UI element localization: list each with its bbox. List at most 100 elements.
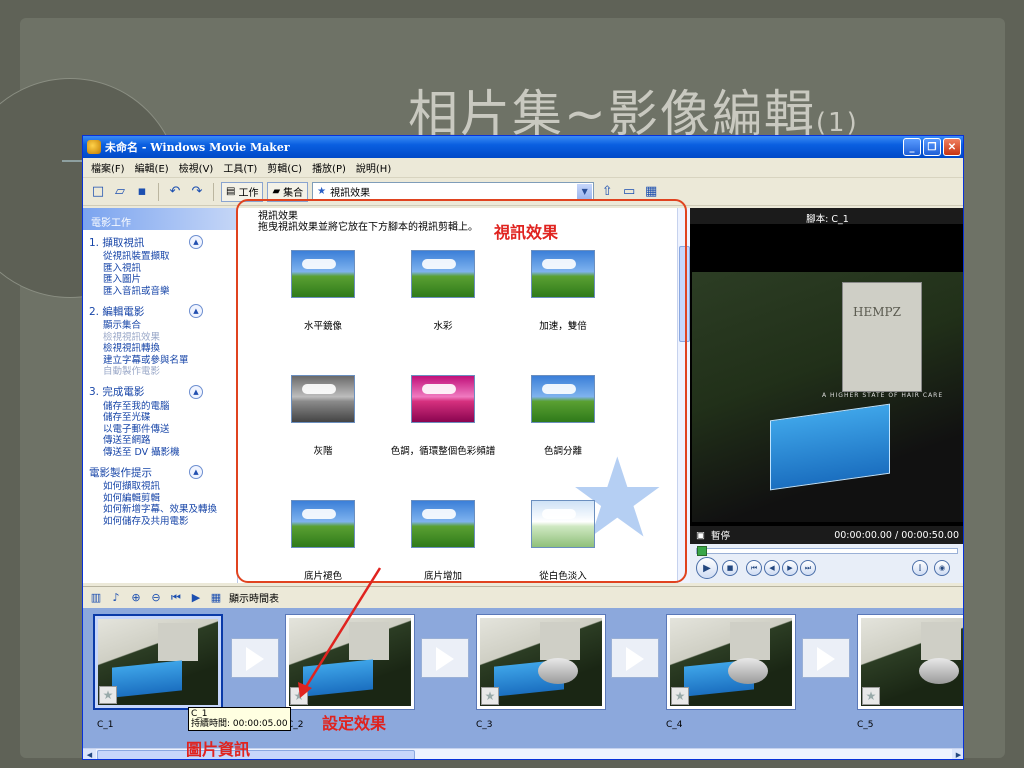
split-clip-icon[interactable]: ⫿: [912, 560, 928, 576]
clip-label: C_3: [476, 720, 493, 730]
task-link[interactable]: 以電子郵件傳送: [89, 424, 231, 436]
tasks-pane-header: 電影工作: [83, 208, 237, 230]
up-folder-icon[interactable]: ⇧: [598, 183, 616, 201]
show-timeline-button[interactable]: 顯示時間表: [229, 590, 279, 605]
callout-video-effects: 視訊效果: [494, 223, 559, 242]
storyboard-toolbar: ▥ ♪ ⊕ ⊖ ⏮ ▶ ▦ 顯示時間表: [83, 586, 963, 608]
transition-slot[interactable]: [611, 638, 659, 678]
audio-levels-icon[interactable]: ♪: [109, 591, 123, 605]
task-link[interactable]: 匯入視訊: [89, 263, 231, 275]
collapse-icon[interactable]: ▲: [189, 465, 203, 479]
preview-status-bar: ▣ 暫停 00:00:00.00 / 00:00:50.00: [690, 526, 963, 544]
effect-slot-icon[interactable]: ★: [481, 687, 499, 705]
transition-slot[interactable]: [421, 638, 469, 678]
menu-help[interactable]: 說明(H): [356, 160, 391, 175]
next-frame-icon[interactable]: ⏭: [800, 560, 816, 576]
task-link[interactable]: 檢視視訊轉換: [89, 343, 231, 355]
playback-time: 00:00:00.00 / 00:00:50.00: [834, 529, 959, 541]
zoom-out-icon[interactable]: ⊖: [149, 591, 163, 605]
task-link[interactable]: 如何儲存及共用電影: [89, 516, 231, 528]
effects-highlight-box: [236, 199, 687, 583]
storyboard: ★ ★ ★ ★ ★ C_1 C_2 C_3 C_4 C_5 C_1 持續時間: …: [83, 608, 963, 748]
storyboard-clip[interactable]: ★: [285, 614, 415, 710]
clip-tooltip: C_1 持續時間: 00:00:05.00: [188, 707, 291, 731]
maximize-button[interactable]: ❐: [923, 138, 941, 156]
task-section-edit: 2. 編輯電影 ▲ 顯示集合 檢視視訊效果 檢視視訊轉換 建立字幕或參與名單 自動…: [83, 299, 237, 380]
task-link[interactable]: 從視訊裝置擷取: [89, 251, 231, 263]
task-link[interactable]: 傳送至 DV 攝影機: [89, 447, 231, 459]
rewind-icon[interactable]: ◀: [764, 560, 780, 576]
task-link[interactable]: 儲存至光碟: [89, 412, 231, 424]
effect-slot-icon[interactable]: ★: [290, 687, 308, 705]
task-section-capture: 1. 擷取視訊 ▲ 從視訊裝置擷取 匯入視訊 匯入圖片 匯入音訊或音樂: [83, 230, 237, 299]
preview-monitor: 腳本: C_1 HEMPZ A HIGHER STATE OF HAIR CAR…: [690, 208, 963, 583]
zoom-in-icon[interactable]: ⊕: [129, 591, 143, 605]
collapse-icon[interactable]: ▲: [189, 384, 203, 399]
new-project-icon[interactable]: □: [89, 183, 107, 201]
task-link[interactable]: 匯入圖片: [89, 274, 231, 286]
scroll-left-icon[interactable]: ◀: [83, 749, 96, 759]
transition-slot[interactable]: [231, 638, 279, 678]
task-section-finish: 3. 完成電影 ▲ 儲存至我的電腦 儲存至光碟 以電子郵件傳送 傳送至網路 傳送至…: [83, 380, 237, 461]
collapse-icon[interactable]: ▲: [189, 304, 203, 318]
task-link[interactable]: 儲存至我的電腦: [89, 401, 231, 413]
movie-tasks-pane: 電影工作 1. 擷取視訊 ▲ 從視訊裝置擷取 匯入視訊 匯入圖片 匯入音訊或音樂 …: [83, 208, 238, 583]
title-bar[interactable]: 未命名 - Windows Movie Maker _ ❐ ✕: [83, 136, 963, 158]
minimize-button[interactable]: _: [903, 138, 921, 156]
menu-file[interactable]: 檔案(F): [91, 160, 125, 175]
task-section-tips: 電影製作提示 ▲ 如何擷取視訊 如何編輯剪輯 如何新增字幕、效果及轉換 如何儲存及…: [83, 460, 237, 529]
views-icon[interactable]: ▦: [642, 183, 660, 201]
menu-tools[interactable]: 工具(T): [223, 160, 257, 175]
storyboard-clip[interactable]: ★: [93, 614, 223, 710]
effect-slot-icon[interactable]: ★: [862, 687, 880, 705]
seek-thumb[interactable]: [697, 546, 707, 556]
effect-slot-icon[interactable]: ★: [671, 687, 689, 705]
redo-icon[interactable]: ↷: [188, 183, 206, 201]
effect-slot-icon[interactable]: ★: [99, 686, 117, 704]
task-link[interactable]: 如何新增字幕、效果及轉換: [89, 504, 231, 516]
play-icon[interactable]: ▶: [696, 557, 718, 579]
timeline-icon[interactable]: ▦: [209, 591, 223, 605]
scrollbar-thumb[interactable]: [97, 750, 415, 759]
callout-set-effect: 設定效果: [322, 714, 387, 733]
task-link[interactable]: 檢視視訊效果: [89, 332, 231, 344]
storyboard-clip[interactable]: ★: [666, 614, 796, 710]
task-link[interactable]: 建立字幕或參與名單: [89, 355, 231, 367]
folder-icon: ▰: [272, 186, 281, 197]
storyboard-clip[interactable]: ★: [476, 614, 606, 710]
previous-frame-icon[interactable]: ⏮: [746, 560, 762, 576]
undo-icon[interactable]: ↶: [166, 183, 184, 201]
toolbar-separator: [213, 182, 214, 201]
toolbar-separator: [158, 182, 159, 201]
chevron-down-icon[interactable]: ▼: [577, 184, 593, 199]
rewind-storyboard-icon[interactable]: ⏮: [169, 591, 183, 605]
close-button[interactable]: ✕: [943, 138, 961, 156]
narration-icon[interactable]: ▥: [89, 591, 103, 605]
forward-icon[interactable]: ▶: [782, 560, 798, 576]
save-icon[interactable]: ▪: [133, 183, 151, 201]
preview-image: HEMPZ A HIGHER STATE OF HAIR CARE: [692, 272, 963, 522]
task-link[interactable]: 傳送至網路: [89, 435, 231, 447]
task-link[interactable]: 匯入音訊或音樂: [89, 286, 231, 298]
poster-slogan: A HIGHER STATE OF HAIR CARE: [822, 392, 944, 399]
menu-clip[interactable]: 剪輯(C): [267, 160, 302, 175]
scroll-right-icon[interactable]: ▶: [952, 749, 963, 759]
seek-bar[interactable]: [696, 546, 958, 556]
task-link[interactable]: 自動製作電影: [89, 366, 231, 378]
task-link[interactable]: 顯示集合: [89, 320, 231, 332]
new-folder-icon[interactable]: ▭: [620, 183, 638, 201]
stop-icon[interactable]: ■: [722, 560, 738, 576]
menu-view[interactable]: 檢視(V): [179, 160, 214, 175]
menu-play[interactable]: 播放(P): [312, 160, 346, 175]
task-link[interactable]: 如何擷取視訊: [89, 481, 231, 493]
movie-maker-icon: [87, 140, 101, 154]
task-link[interactable]: 如何編輯剪輯: [89, 493, 231, 505]
play-storyboard-icon[interactable]: ▶: [189, 591, 203, 605]
transition-slot[interactable]: [802, 638, 850, 678]
open-project-icon[interactable]: ▱: [111, 183, 129, 201]
collapse-icon[interactable]: ▲: [189, 235, 203, 249]
take-picture-icon[interactable]: ◉: [934, 560, 950, 576]
menu-edit[interactable]: 編輯(E): [135, 160, 169, 175]
storyboard-clip[interactable]: ★: [857, 614, 963, 710]
hempz-poster: HEMPZ: [842, 282, 922, 392]
